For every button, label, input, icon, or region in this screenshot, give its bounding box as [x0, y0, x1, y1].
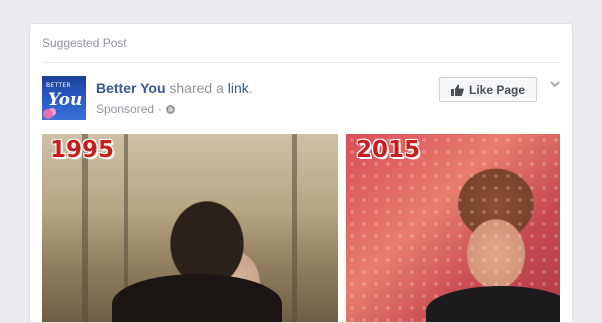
post-header: Better You shared a link. [96, 80, 253, 96]
photo-panel-after: 2015 [346, 134, 560, 322]
background-tree [292, 134, 297, 322]
thumbs-up-icon [450, 84, 464, 96]
photo-panel-before: 1995 [42, 134, 338, 322]
flower-icon [43, 109, 53, 119]
suggested-post-label: Suggested Post [42, 36, 127, 50]
header-period: . [248, 80, 253, 96]
action-text: shared a [169, 80, 224, 96]
meta-separator: · [158, 102, 163, 116]
year-label-after: 2015 [356, 137, 421, 163]
post-image[interactable]: 1995 2015 [42, 134, 560, 322]
subject-shirt [112, 274, 282, 322]
sponsored-meta: Sponsored · [96, 102, 176, 116]
header-divider [42, 62, 560, 63]
year-label-before: 1995 [50, 137, 115, 163]
like-page-label: Like Page [468, 82, 526, 97]
avatar-text-better: BETTER [46, 82, 71, 89]
page-name-link[interactable]: Better You [96, 80, 166, 96]
sponsored-post-card: Suggested Post BETTER You Better You sha… [29, 23, 573, 323]
page-avatar[interactable]: BETTER You [42, 76, 86, 120]
avatar-text-you: You [48, 90, 83, 110]
sponsored-label[interactable]: Sponsored [96, 102, 154, 116]
chevron-down-icon[interactable] [549, 78, 561, 90]
shared-link[interactable]: link [228, 80, 249, 96]
globe-icon [166, 104, 176, 114]
like-page-button[interactable]: Like Page [439, 77, 537, 102]
